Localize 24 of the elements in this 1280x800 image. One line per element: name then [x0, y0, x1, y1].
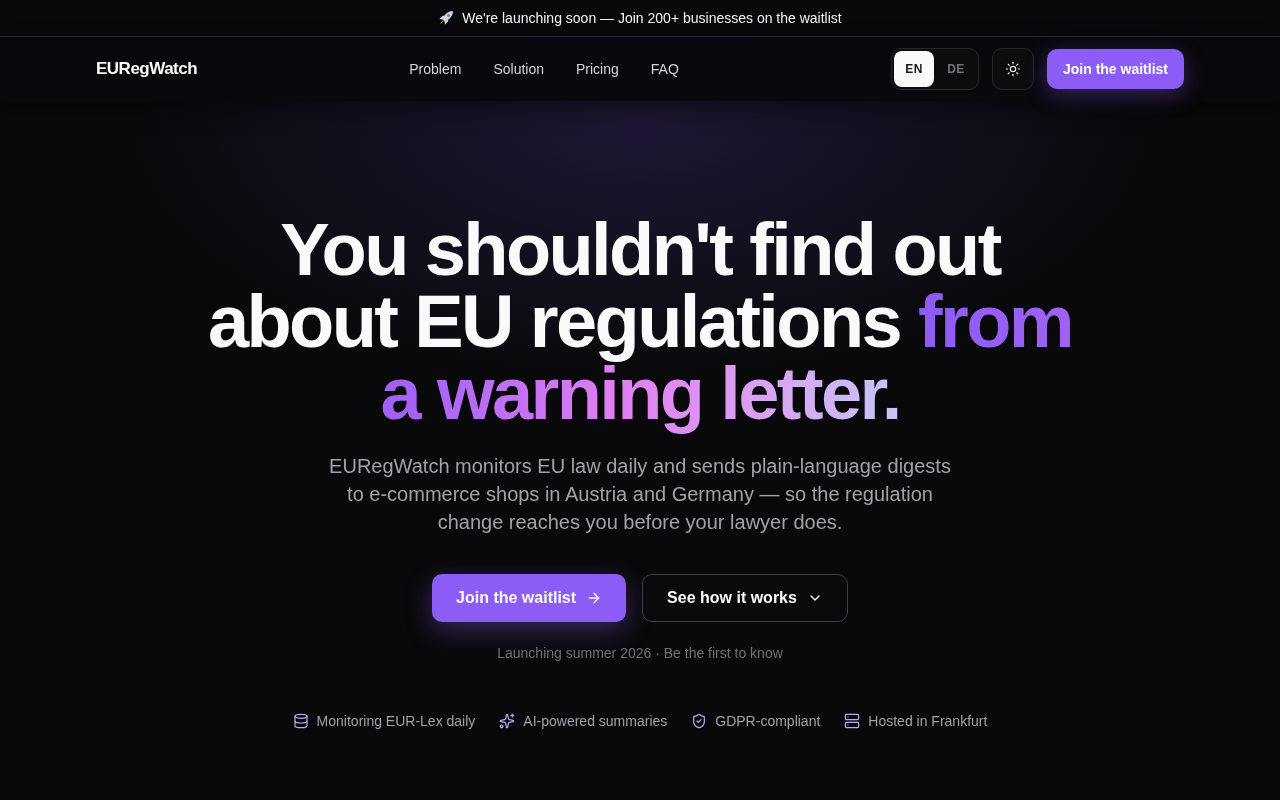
launch-note: Launching summer 2026 · Be the first to know	[497, 645, 783, 661]
nav-link[interactable]: Problem	[409, 61, 462, 77]
sparkles-icon	[499, 713, 516, 729]
nav-link[interactable]: FAQ	[650, 61, 679, 77]
language-option[interactable]: EN	[893, 51, 934, 87]
announcement-text: We're launching soon — Join 200+ businesses on the waitlist	[462, 10, 842, 26]
language-option[interactable]: DE	[935, 51, 976, 87]
rocket-icon	[438, 10, 455, 26]
feature-label: Monitoring EUR-Lex daily	[316, 713, 476, 729]
sun-icon	[1004, 61, 1021, 77]
theme-toggle-button[interactable]	[991, 48, 1034, 90]
nav-link[interactable]: Pricing	[576, 61, 619, 77]
shield-check-icon	[691, 713, 708, 729]
feature-label: Hosted in Frankfurt	[868, 713, 988, 729]
see-how-it-works-button[interactable]: See how it works	[642, 574, 848, 622]
database-icon	[292, 713, 309, 729]
logo-wordmark[interactable]: EURegWatch	[96, 59, 198, 79]
join-waitlist-button[interactable]: Join the waitlist	[1046, 49, 1184, 89]
nav-link[interactable]: Solution	[493, 61, 544, 77]
server-icon	[844, 713, 861, 729]
feature-label: AI-powered summaries	[523, 713, 668, 729]
join-waitlist-button[interactable]: Join the waitlist	[432, 574, 627, 622]
feature-label: GDPR-compliant	[715, 713, 821, 729]
hero-description: EURegWatch monitors EU law daily and sends plain-language digests to e-commerce shops in Austria and Germany — so the regulation change reaches you before your lawyer does.	[328, 454, 952, 535]
